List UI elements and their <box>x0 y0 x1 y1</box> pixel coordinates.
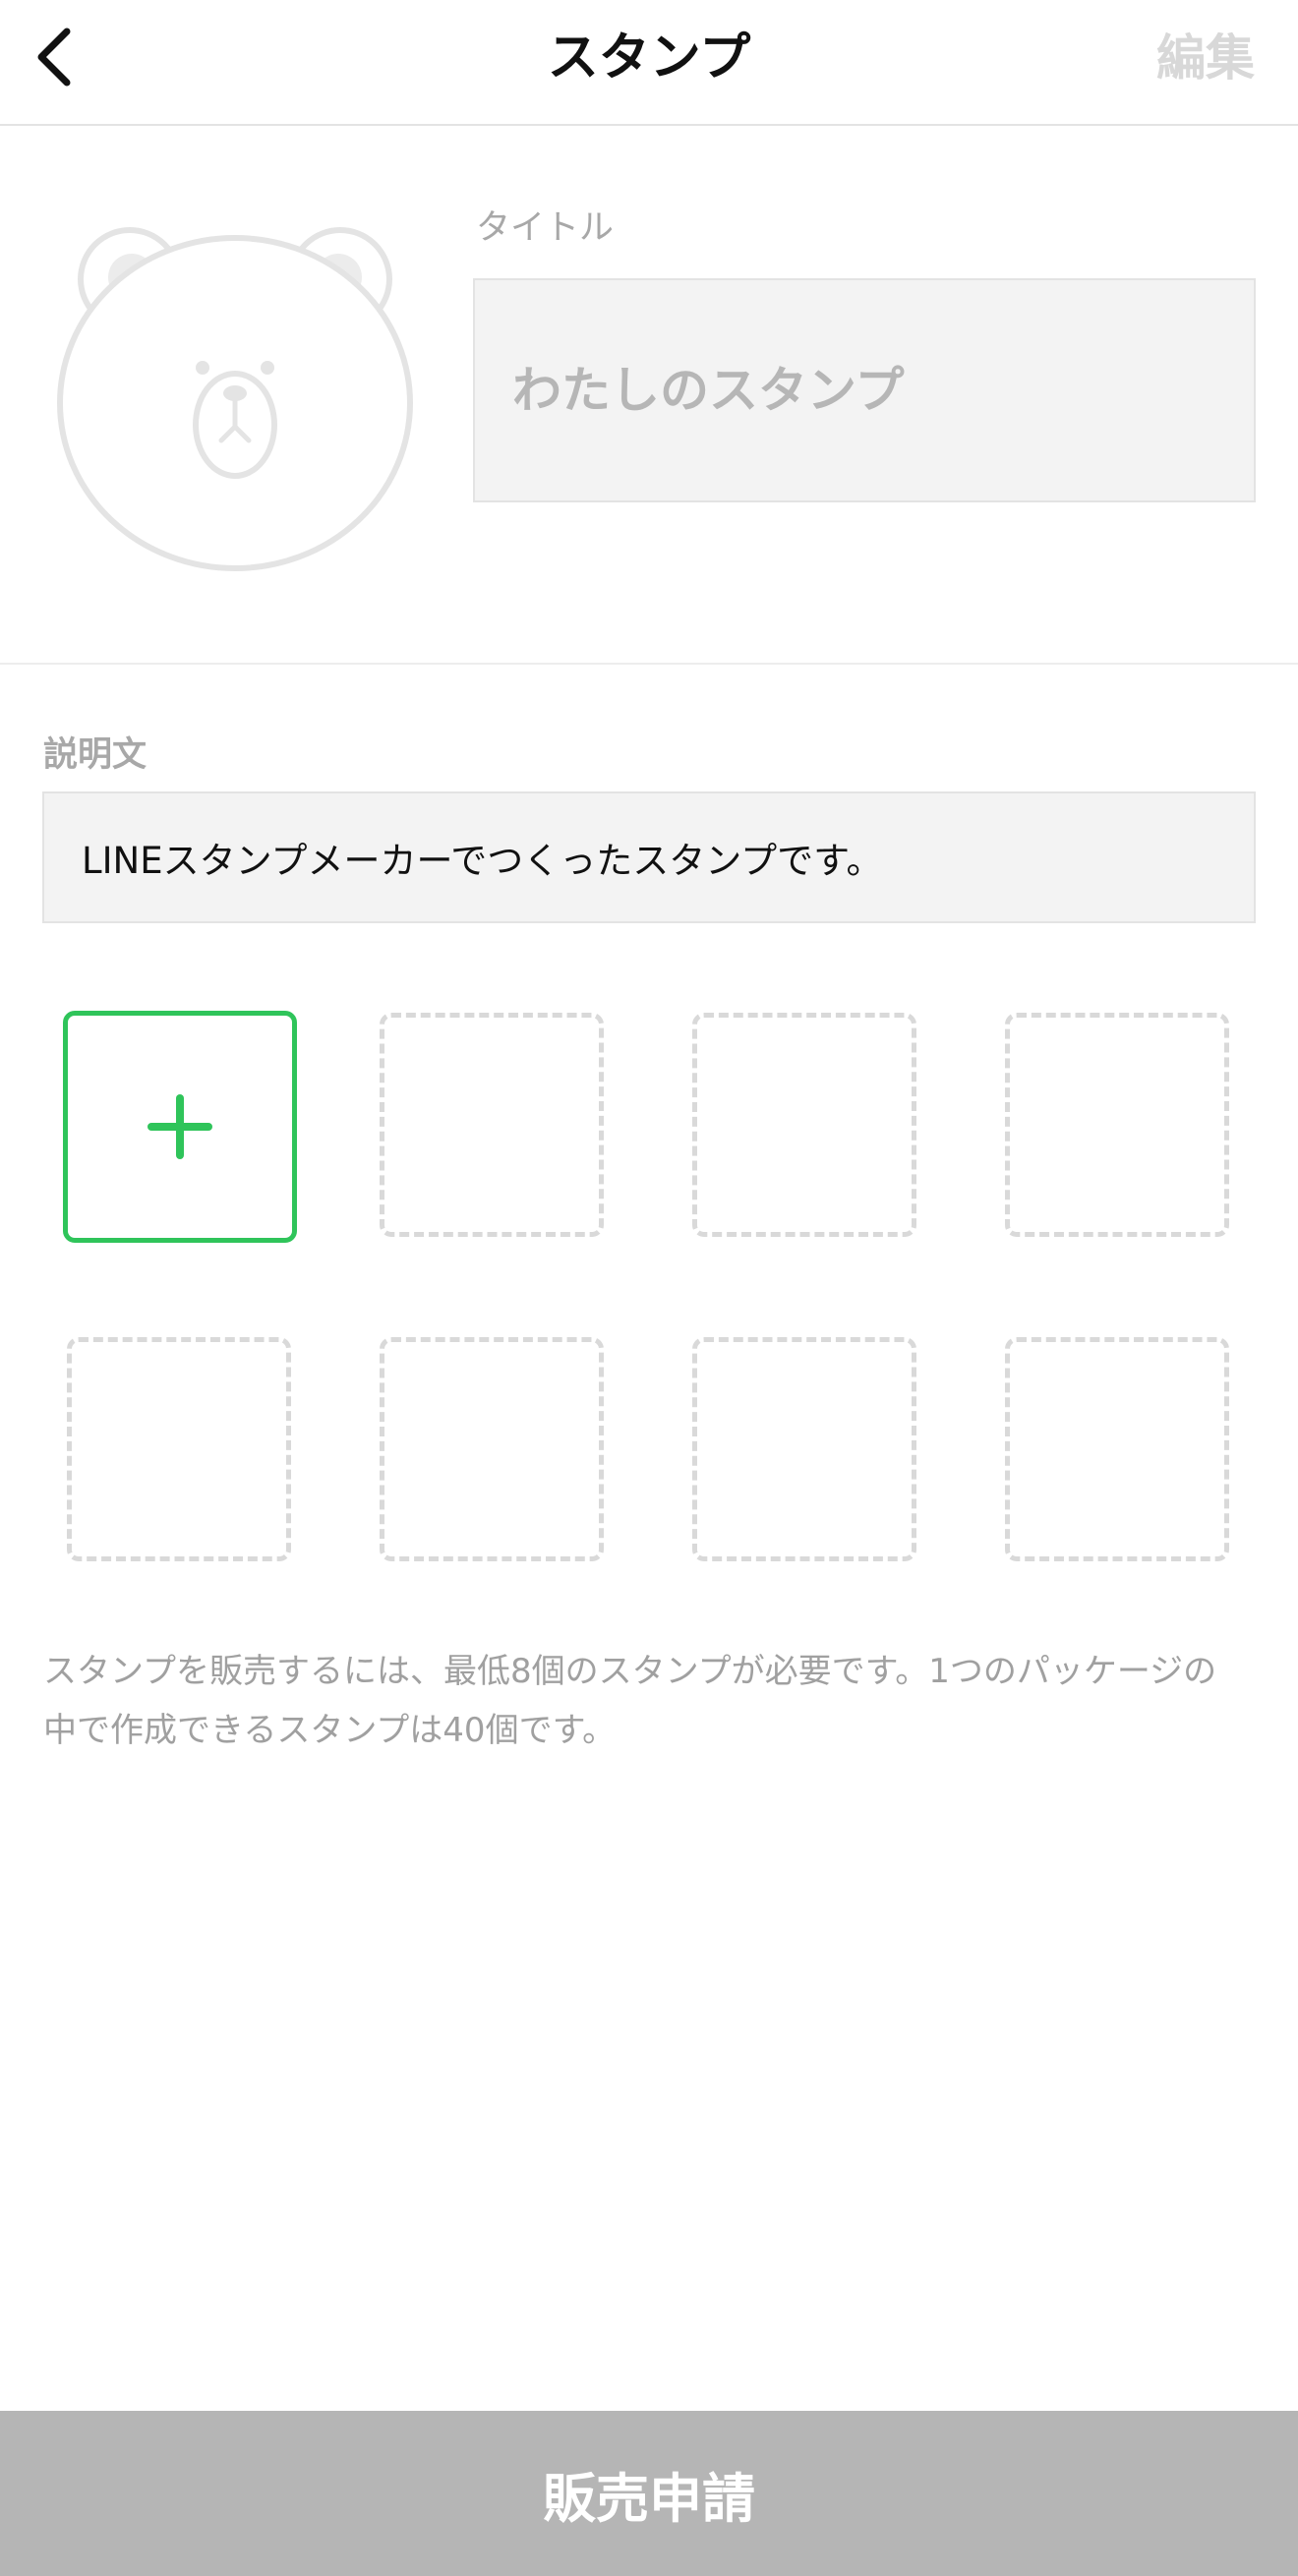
stamp-requirement-note: スタンプを販売するには、最低8個のスタンプが必要です。1つのパッケージの 中で作… <box>43 1642 1263 1760</box>
stamp-slot[interactable] <box>380 1013 604 1237</box>
stamp-main-image[interactable] <box>53 218 417 574</box>
stamp-slot[interactable] <box>692 1337 916 1561</box>
bear-placeholder-icon <box>57 227 413 571</box>
edit-button[interactable]: 編集 <box>1156 26 1255 90</box>
add-stamp-button[interactable] <box>63 1011 297 1243</box>
sell-request-button[interactable]: 販売申請 <box>0 2411 1298 2576</box>
plus-icon <box>148 1094 212 1159</box>
description-input[interactable] <box>42 791 1256 923</box>
stamp-slot[interactable] <box>67 1337 291 1561</box>
section-divider <box>0 663 1298 665</box>
description-label: 説明文 <box>43 735 148 775</box>
page-title: スタンプ <box>547 29 751 88</box>
note-line: 中で作成できるスタンプは40個です。 <box>43 1711 617 1750</box>
note-line: スタンプを販売するには、最低8個のスタンプが必要です。1つのパッケージの <box>43 1652 1217 1691</box>
header-bar: スタンプ 編集 <box>0 0 1298 126</box>
title-label: タイトル <box>476 208 615 248</box>
stamp-slot[interactable] <box>380 1337 604 1561</box>
stamp-slot[interactable] <box>1005 1337 1229 1561</box>
stamp-slot[interactable] <box>1005 1013 1229 1237</box>
title-input[interactable] <box>473 278 1256 502</box>
stamp-slot[interactable] <box>692 1013 916 1237</box>
